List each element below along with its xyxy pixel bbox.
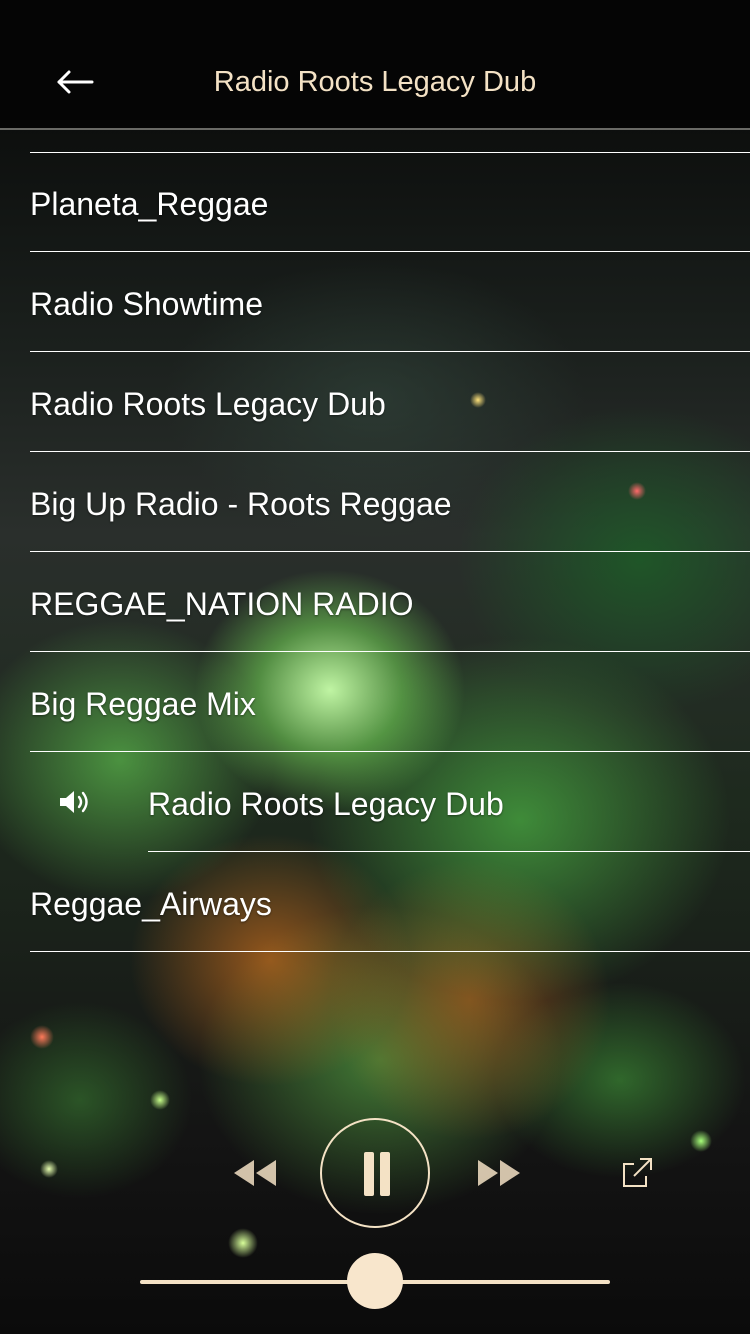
page-title: Radio Roots Legacy Dub [213,66,537,98]
station-name: Planeta_Reggae [30,186,269,222]
share-icon [623,1158,652,1187]
station-name: Big Up Radio - Roots Reggae [30,486,452,522]
volume-slider[interactable] [140,1253,610,1309]
station-item[interactable]: Big Reggae Mix [30,652,750,752]
volume-slider-thumb[interactable] [347,1253,403,1309]
divider [30,951,750,952]
station-name: Radio Roots Legacy Dub [30,386,386,422]
fast-forward-icon [478,1160,520,1186]
station-name: REGGAE_NATION RADIO [30,586,414,622]
station-item[interactable]: Big Up Radio - Roots Reggae [30,452,750,552]
player-controls [0,1110,750,1250]
light-spark [150,1090,170,1110]
share-button[interactable] [620,1156,654,1190]
station-item-now-playing[interactable]: Radio Roots Legacy Dub [30,752,750,852]
fast-forward-button[interactable] [474,1158,522,1188]
station-item[interactable]: Radio Roots Legacy Dub [30,352,750,452]
speaker-icon [60,791,88,813]
station-item[interactable]: REGGAE_NATION RADIO [30,552,750,652]
station-item[interactable]: Planeta_Reggae [30,152,750,252]
rewind-button[interactable] [232,1158,280,1188]
station-name: Radio Showtime [30,286,263,322]
light-spark [30,1025,54,1049]
rewind-icon [234,1160,276,1186]
app-header: Radio Roots Legacy Dub [0,0,750,130]
pause-button[interactable] [320,1118,430,1228]
station-name: Reggae_Airways [30,886,272,922]
station-name: Radio Roots Legacy Dub [148,786,504,822]
station-item[interactable]: Radio Showtime [30,252,750,352]
station-name: Big Reggae Mix [30,686,256,722]
station-item[interactable]: Reggae_Airways [30,852,750,952]
